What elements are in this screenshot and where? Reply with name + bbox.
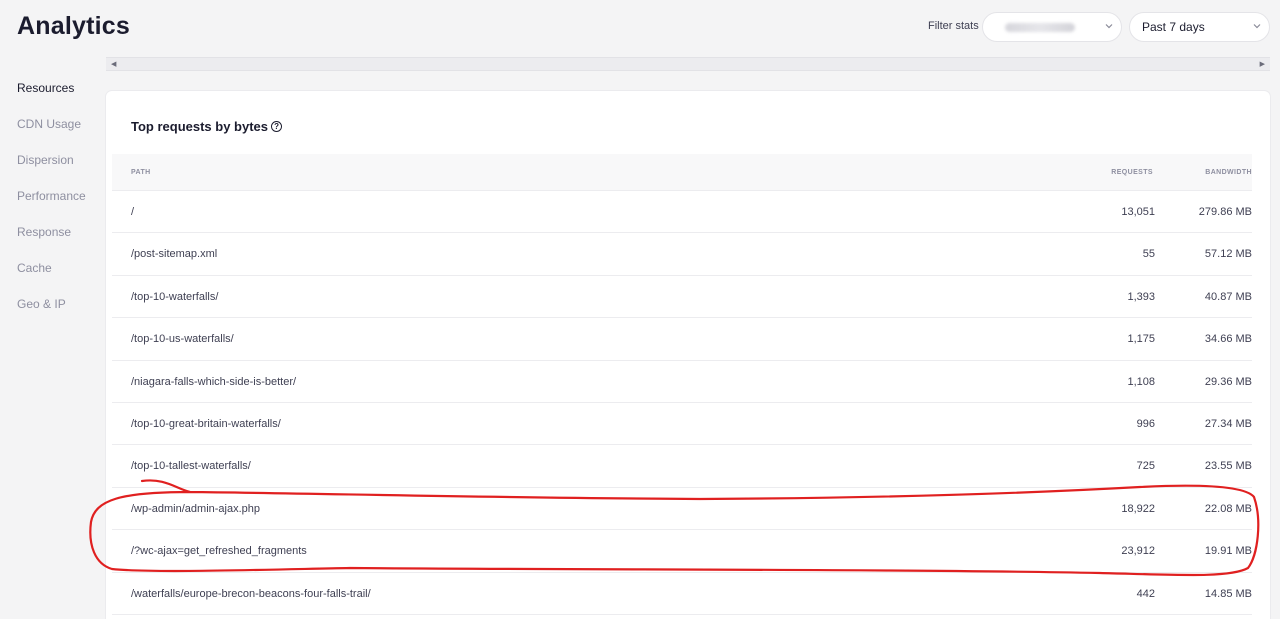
help-icon[interactable]: ? bbox=[271, 121, 283, 132]
table-row[interactable]: /top-10-great-britain-waterfalls/996 27.3… bbox=[112, 403, 1252, 446]
row-path: / bbox=[131, 206, 135, 218]
chevron-down-icon bbox=[1105, 22, 1113, 30]
table-row[interactable]: /wp-admin/admin-ajax.php 18,922 22.08 MB bbox=[112, 488, 1252, 531]
table-row[interactable]: /?wc-ajax=get_refreshed_fragments 23,912 1… bbox=[112, 530, 1252, 573]
row-requests: 1,393 bbox=[1127, 290, 1155, 303]
table-header: PATH REQUESTS BANDWIDTH bbox=[112, 154, 1252, 191]
table-row[interactable]: /top-10-tallest-waterfalls/725 23.55 MB bbox=[112, 445, 1252, 488]
row-requests: 442 bbox=[1136, 587, 1155, 600]
sidebar-item-geo-ip[interactable]: Geo & IP bbox=[17, 298, 102, 334]
table-row[interactable]: /top-10-waterfalls/1,393 40.87 MB bbox=[112, 276, 1252, 319]
card-title: Top requests by bytes ? bbox=[131, 119, 283, 134]
sidebar-item-dispersion[interactable]: Dispersion bbox=[17, 154, 102, 190]
row-path: /top-10-tallest-waterfalls/ bbox=[131, 460, 251, 473]
row-bandwidth: 14.85 MB bbox=[1204, 587, 1252, 600]
row-path: /wp-admin/admin-ajax.php bbox=[131, 502, 261, 515]
top-requests-card: Top requests by bytes ? PATH REQUESTS BA… bbox=[106, 91, 1270, 619]
row-requests: 13,051 bbox=[1121, 206, 1155, 218]
table-row[interactable]: / 13,051 279.86 MB bbox=[112, 191, 1252, 234]
row-bandwidth: 57.12 MB bbox=[1204, 248, 1252, 261]
sidebar-item-cdn-usage[interactable]: CDN Usage bbox=[17, 118, 102, 154]
page-title: Analytics bbox=[17, 12, 130, 40]
row-bandwidth: 23.55 MB bbox=[1204, 460, 1252, 473]
row-requests: 1,175 bbox=[1127, 333, 1155, 346]
row-requests: 996 bbox=[1136, 418, 1155, 430]
table-row[interactable]: /waterfalls/europe-brecon-beacons-four-f… bbox=[112, 573, 1252, 615]
horizontal-scrollbar[interactable]: ◀ ▶ bbox=[106, 57, 1270, 71]
site-filter-select[interactable] bbox=[982, 12, 1122, 42]
row-path: /top-10-us-waterfalls/ bbox=[131, 333, 234, 346]
row-requests: 18,922 bbox=[1121, 502, 1155, 515]
chevron-down-icon bbox=[1253, 22, 1261, 30]
row-requests: 23,912 bbox=[1121, 545, 1155, 558]
sidebar-item-response[interactable]: Response bbox=[17, 226, 102, 262]
row-path: /post-sitemap.xml bbox=[131, 248, 218, 261]
row-path: /top-10-waterfalls/ bbox=[131, 290, 219, 303]
table-row[interactable]: /post-sitemap.xml 55 57.12 MB bbox=[112, 233, 1252, 276]
row-bandwidth: 34.66 MB bbox=[1204, 333, 1252, 346]
row-requests: 1,108 bbox=[1127, 375, 1155, 388]
date-range-select[interactable]: Past 7 days bbox=[1129, 12, 1270, 42]
sidebar-item-resources[interactable]: Resources bbox=[17, 82, 102, 118]
site-filter-value-redacted bbox=[1005, 22, 1075, 32]
date-range-value: Past 7 days bbox=[1142, 20, 1205, 34]
row-bandwidth: 22.08 MB bbox=[1204, 502, 1252, 515]
row-bandwidth: 19.91 MB bbox=[1204, 545, 1252, 558]
row-path: /top-10-great-britain-waterfalls/ bbox=[131, 418, 281, 430]
column-header-bandwidth[interactable]: BANDWIDTH bbox=[1205, 169, 1252, 176]
filter-stats-label: Filter stats bbox=[928, 20, 979, 32]
row-path: /waterfalls/europe-brecon-beacons-four-f… bbox=[131, 587, 371, 600]
row-bandwidth: 27.34 MB bbox=[1204, 418, 1252, 430]
row-bandwidth: 40.87 MB bbox=[1204, 290, 1252, 303]
column-header-path[interactable]: PATH bbox=[131, 169, 151, 176]
sidebar-item-cache[interactable]: Cache bbox=[17, 262, 102, 298]
row-path: /niagara-falls-which-side-is-better/ bbox=[131, 375, 297, 388]
sidebar-item-performance[interactable]: Performance bbox=[17, 190, 102, 226]
table-row[interactable]: /niagara-falls-which-side-is-better/1,10… bbox=[112, 361, 1252, 403]
sidebar-nav: Resources CDN Usage Dispersion Performan… bbox=[17, 82, 102, 334]
row-requests: 725 bbox=[1136, 460, 1155, 473]
row-path: /?wc-ajax=get_refreshed_fragments bbox=[131, 545, 307, 558]
row-bandwidth: 279.86 MB bbox=[1198, 206, 1252, 218]
scroll-left-arrow-icon[interactable]: ◀ bbox=[111, 60, 116, 68]
column-header-requests[interactable]: REQUESTS bbox=[1111, 169, 1153, 176]
scroll-right-arrow-icon[interactable]: ▶ bbox=[1260, 60, 1265, 68]
table-row[interactable]: /top-10-us-waterfalls/1,175 34.66 MB bbox=[112, 318, 1252, 361]
row-requests: 55 bbox=[1142, 248, 1155, 261]
card-title-text: Top requests by bytes bbox=[131, 119, 269, 134]
row-bandwidth: 29.36 MB bbox=[1204, 375, 1252, 388]
